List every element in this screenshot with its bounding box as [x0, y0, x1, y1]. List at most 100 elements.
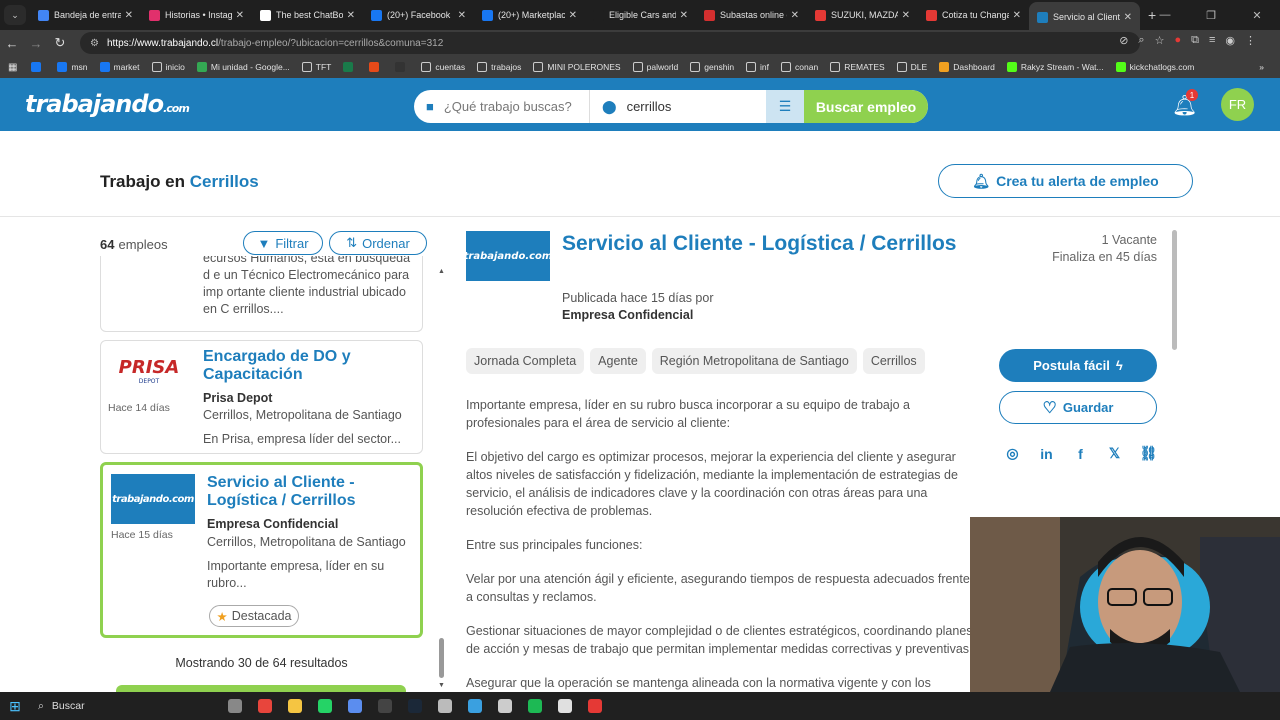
bookmark-item[interactable]: inf — [746, 62, 769, 72]
close-tab-icon[interactable]: ✕ — [1013, 10, 1021, 21]
app-icon[interactable] — [460, 692, 490, 720]
location-input[interactable]: ⬤ cerrillos — [590, 90, 766, 123]
chrome-icon[interactable] — [250, 692, 280, 720]
reading-list-icon[interactable]: ≡ — [1209, 34, 1215, 47]
detail-scroll-thumb[interactable] — [1172, 230, 1177, 350]
browser-tab[interactable]: The best ChatBot ✕ — [252, 2, 363, 28]
extensions-puzzle-icon[interactable]: ⧉ — [1191, 34, 1199, 47]
more-bookmarks-icon[interactable]: » — [1259, 62, 1264, 72]
minimize-icon[interactable]: — — [1142, 9, 1188, 21]
maximize-icon[interactable]: ❐ — [1188, 9, 1234, 22]
browser-tab[interactable]: Servicio al Cliente ✕ — [1029, 2, 1140, 32]
close-tab-icon[interactable]: ✕ — [125, 10, 133, 21]
bookmark-item[interactable]: Mi unidad - Google... — [196, 62, 290, 72]
detail-scrollbar[interactable] — [1171, 220, 1179, 380]
close-tab-icon[interactable]: ✕ — [1124, 12, 1132, 23]
app-icon[interactable] — [430, 692, 460, 720]
notifications-bell-icon[interactable]: 🔔︎ 1 — [1172, 89, 1198, 118]
whatsapp-icon[interactable] — [310, 692, 340, 720]
url-field[interactable]: ⚙ https://www.trabajando.cl/trabajo-empl… — [80, 32, 1140, 54]
forward-arrow-icon[interactable]: → — [24, 36, 48, 51]
close-tab-icon[interactable]: ✕ — [458, 10, 466, 21]
bookmark-item[interactable]: kickchatlogs.com — [1115, 62, 1194, 72]
bookmark-item[interactable] — [369, 62, 383, 72]
bookmark-item[interactable]: inicio — [151, 62, 185, 72]
extension-red-icon[interactable]: ● — [1174, 34, 1181, 47]
browser-tab[interactable]: (20+) Facebook ✕ — [363, 2, 474, 28]
windows-start-icon[interactable]: ⊞ — [0, 692, 30, 720]
quick-apply-button[interactable]: Postula fácil ϟ — [999, 349, 1157, 382]
app-icon[interactable] — [580, 692, 610, 720]
bookmark-item[interactable] — [395, 62, 409, 72]
browser-menu-icon[interactable]: ⋮ — [1245, 34, 1256, 47]
spotify-icon[interactable] — [520, 692, 550, 720]
close-tab-icon[interactable]: ✕ — [680, 10, 688, 21]
close-window-icon[interactable]: ✕ — [1234, 9, 1280, 22]
bookmark-item[interactable]: cuentas — [421, 62, 465, 72]
close-tab-icon[interactable]: ✕ — [236, 10, 244, 21]
bookmark-item[interactable]: TFT — [301, 62, 331, 72]
bookmark-star-icon[interactable]: ☆ — [1155, 34, 1165, 47]
steam-icon[interactable] — [400, 692, 430, 720]
bookmark-item[interactable]: Dashboard — [939, 62, 995, 72]
close-tab-icon[interactable]: ✕ — [347, 10, 355, 21]
job-card-selected[interactable]: trabajando.com Hace 15 días Servicio al … — [100, 462, 423, 638]
bookmark-item[interactable]: REMATES — [830, 62, 885, 72]
facebook-share-icon[interactable]: f — [1071, 444, 1090, 463]
eye-off-icon[interactable]: ⊘ — [1119, 34, 1128, 47]
calculator-icon[interactable] — [490, 692, 520, 720]
scroll-down-icon[interactable]: ▼ — [438, 682, 445, 689]
filter-button[interactable]: ▼ Filtrar — [243, 231, 323, 255]
bookmark-item[interactable]: conan — [781, 62, 818, 72]
filters-sliders-icon[interactable]: ☰ — [766, 90, 804, 123]
whatsapp-share-icon[interactable]: ◎ — [1003, 444, 1022, 463]
browser-tab[interactable]: Cotiza tu Changan ✕ — [918, 2, 1029, 28]
bookmark-item[interactable]: palworld — [632, 62, 678, 72]
close-tab-icon[interactable]: ✕ — [791, 10, 799, 21]
bookmark-item[interactable]: genshin — [690, 62, 734, 72]
close-tab-icon[interactable]: ✕ — [902, 10, 910, 21]
bookmark-item[interactable]: trabajos — [477, 62, 521, 72]
app-icon[interactable] — [340, 692, 370, 720]
browser-tab[interactable]: (20+) Marketplace ✕ — [474, 2, 585, 28]
browser-tab[interactable]: Historias • Instagram ✕ — [141, 2, 252, 28]
back-arrow-icon[interactable]: ← — [0, 36, 24, 51]
obs-icon[interactable] — [370, 692, 400, 720]
job-card-title[interactable]: Servicio al Cliente - Logística / Cerril… — [207, 474, 367, 510]
job-search-input[interactable]: ■ ¿Qué trabajo buscas? — [414, 90, 590, 123]
bookmark-item[interactable]: DLE — [896, 62, 927, 72]
browser-tab[interactable]: Subastas online d ✕ — [696, 2, 807, 28]
job-card[interactable]: PRISA DEPOT Hace 14 días Encargado de DO … — [100, 340, 423, 454]
search-jobs-button[interactable]: Buscar empleo — [804, 90, 928, 123]
profile-avatar-icon[interactable]: ◉ — [1225, 34, 1235, 47]
order-button[interactable]: ⇅ Ordenar — [329, 231, 427, 255]
browser-tab[interactable]: SUZUKI, MAZDA, ✕ — [807, 2, 918, 28]
bookmark-item[interactable] — [343, 62, 357, 72]
job-card-partial[interactable]: ecursos Humanos, está en búsqueda d e un… — [100, 256, 423, 332]
bookmark-item[interactable]: market — [99, 62, 140, 72]
reload-icon[interactable]: ↻ — [48, 35, 72, 51]
app-icon[interactable] — [550, 692, 580, 720]
save-job-button[interactable]: ♡ Guardar — [999, 391, 1157, 424]
apps-grid-icon[interactable]: ▦ — [8, 62, 17, 73]
browser-tab[interactable]: Bandeja de entrada ✕ — [30, 2, 141, 28]
site-logo[interactable]: trabajando.com — [25, 90, 190, 118]
bookmark-item[interactable]: MINI POLERONES — [533, 62, 621, 72]
scroll-up-icon[interactable]: ▲ — [438, 268, 445, 275]
tab-search-chevron-icon[interactable]: ⌄ — [4, 5, 26, 25]
x-share-icon[interactable]: 𝕏 — [1105, 444, 1124, 463]
user-avatar[interactable]: FR — [1221, 88, 1254, 121]
bookmark-item[interactable]: Rakyz Stream - Wat... — [1006, 62, 1104, 72]
linkedin-share-icon[interactable]: in — [1037, 444, 1056, 463]
browser-tab[interactable]: Eligible Cars and ✕ — [585, 2, 696, 28]
taskbar-search[interactable]: ⌕ Buscar — [30, 692, 220, 720]
explorer-icon[interactable] — [280, 692, 310, 720]
list-scrollbar[interactable]: ▲ ▼ — [438, 266, 446, 690]
copy-link-icon[interactable]: ⛓ — [1139, 444, 1158, 463]
list-scroll-thumb[interactable] — [439, 638, 444, 678]
bookmark-item[interactable] — [31, 62, 45, 72]
taskview-icon[interactable] — [220, 692, 250, 720]
zoom-icon[interactable]: ⌕ — [1138, 34, 1144, 47]
site-info-icon[interactable]: ⚙ — [90, 38, 99, 49]
job-card-title[interactable]: Encargado de DO y Capacitación — [203, 348, 373, 384]
